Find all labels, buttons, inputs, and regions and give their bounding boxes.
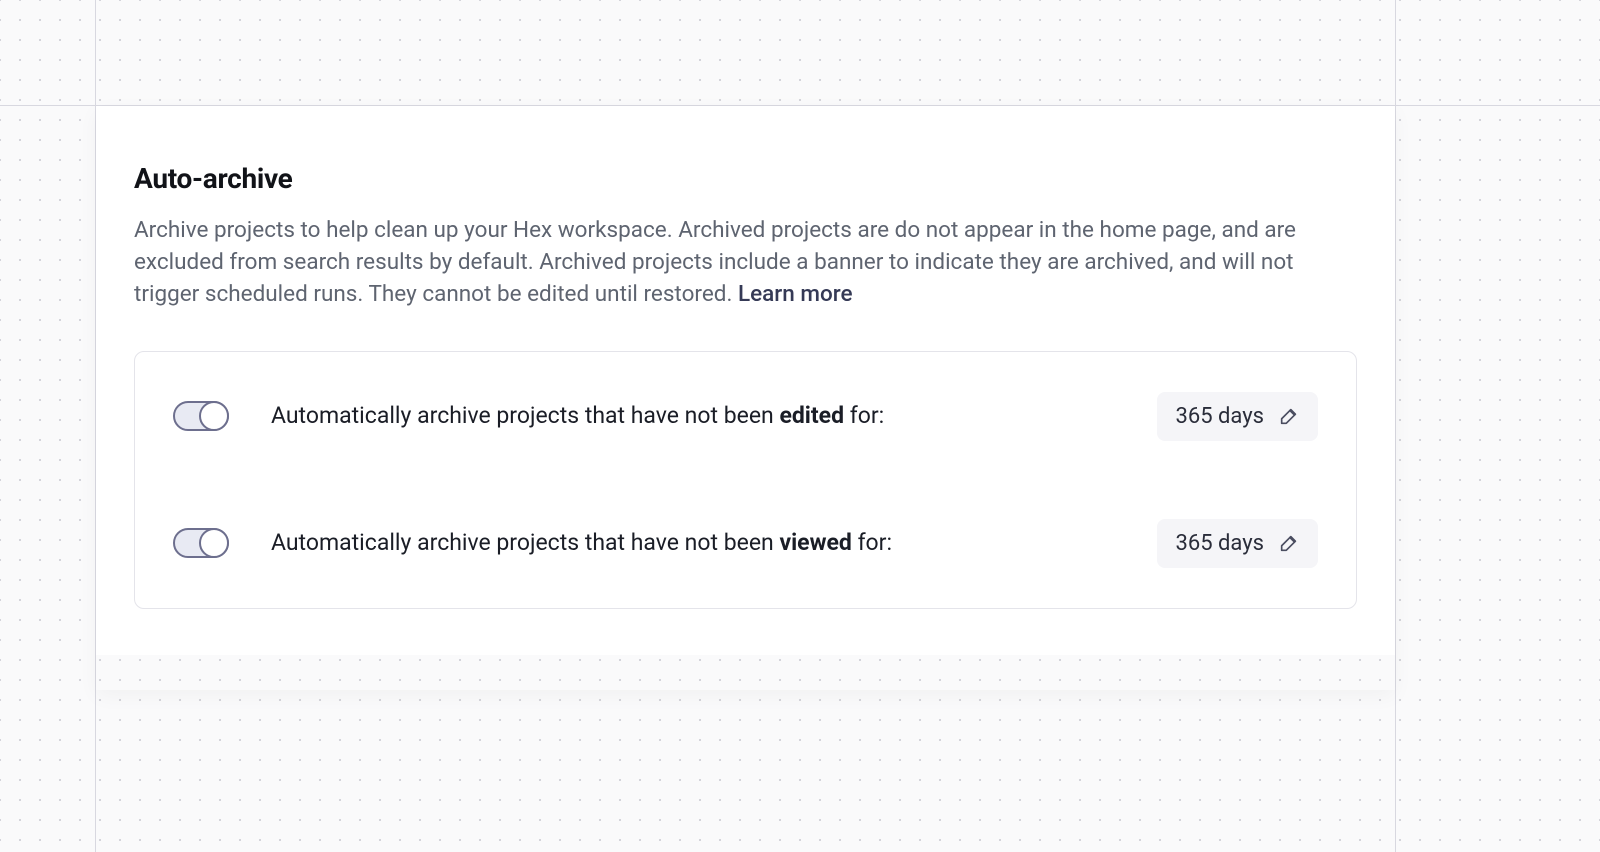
setting-label-edited: Automatically archive projects that have… — [271, 401, 884, 431]
label-bold: viewed — [779, 529, 851, 556]
label-prefix: Automatically archive projects that have… — [271, 402, 779, 429]
settings-box: Automatically archive projects that have… — [134, 351, 1357, 609]
learn-more-link[interactable]: Learn more — [738, 281, 853, 307]
pencil-icon — [1278, 405, 1300, 427]
label-bold: edited — [779, 402, 844, 429]
description-text: Archive projects to help clean up your H… — [134, 217, 1296, 307]
section-description: Archive projects to help clean up your H… — [134, 215, 1357, 311]
pencil-icon — [1278, 532, 1300, 554]
value-pill-edited[interactable]: 365 days — [1157, 392, 1318, 441]
value-pill-viewed[interactable]: 365 days — [1157, 519, 1318, 568]
toggle-edited[interactable] — [173, 401, 229, 431]
setting-label-viewed: Automatically archive projects that have… — [271, 528, 892, 558]
toggle-knob — [199, 528, 229, 558]
label-suffix: for: — [852, 529, 892, 556]
setting-row-viewed: Automatically archive projects that have… — [173, 519, 1318, 568]
label-prefix: Automatically archive projects that have… — [271, 529, 779, 556]
toggle-knob — [199, 401, 229, 431]
setting-left: Automatically archive projects that have… — [173, 528, 892, 558]
guide-line — [1395, 0, 1396, 852]
section-title: Auto-archive — [134, 162, 1357, 195]
value-text: 365 days — [1175, 531, 1264, 556]
toggle-viewed[interactable] — [173, 528, 229, 558]
setting-left: Automatically archive projects that have… — [173, 401, 884, 431]
auto-archive-card: Auto-archive Archive projects to help cl… — [96, 106, 1395, 655]
label-suffix: for: — [844, 402, 884, 429]
value-text: 365 days — [1175, 404, 1264, 429]
setting-row-edited: Automatically archive projects that have… — [173, 392, 1318, 441]
